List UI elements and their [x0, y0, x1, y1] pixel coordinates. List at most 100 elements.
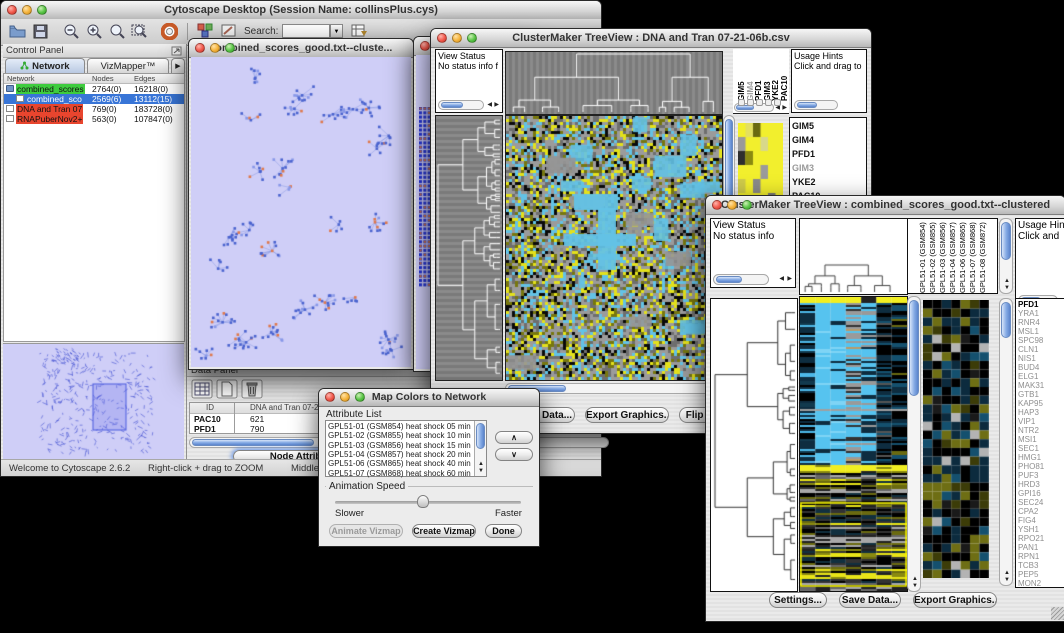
scroll-down-icon[interactable]: ▼ [1004, 285, 1010, 291]
zoom-window-icon[interactable] [467, 33, 477, 43]
tv2-gene-label[interactable]: HMG1 [1018, 453, 1064, 462]
scroll-up-icon[interactable]: ▲ [1004, 570, 1010, 576]
network-table-row[interactable]: DNA and Tran 07769(0)183728(0) [4, 104, 184, 114]
tv1-heatmap[interactable] [505, 115, 723, 381]
tv2-row-dendrogram[interactable] [710, 298, 798, 592]
scroll-down-icon[interactable]: ▼ [478, 468, 484, 474]
tv1-status-hscrollbar[interactable] [438, 100, 484, 110]
tv1-zoom-tool-icon[interactable] [747, 99, 754, 106]
tv1-gene-label[interactable]: PFD1 [792, 149, 866, 163]
vizmap-squares-icon[interactable] [197, 23, 214, 39]
minimize-icon[interactable] [340, 392, 350, 402]
network-overview-canvas[interactable] [3, 344, 184, 460]
tv2-gene-label[interactable]: MAK31 [1018, 381, 1064, 390]
tv2-column-label[interactable]: GPL51-03 (GSM856) [938, 221, 947, 293]
tv2-status-hscroll-thumb[interactable] [716, 276, 742, 283]
network-table-row[interactable]: combined_sco2569(6)13112(15) [4, 94, 184, 104]
tv2-gene-label[interactable]: SPC98 [1018, 336, 1064, 345]
tv2-gene-label[interactable]: TCB3 [1018, 561, 1064, 570]
tv1-zoom-tool-icon[interactable] [738, 99, 745, 106]
scroll-up-icon[interactable]: ▲ [912, 576, 918, 582]
scroll-left-icon[interactable]: ◀ [487, 102, 492, 108]
minimize-icon[interactable] [22, 5, 32, 15]
tab-overflow-button[interactable]: ▶ [171, 58, 185, 73]
animate-vizmap-button[interactable]: Animate Vizmap [329, 524, 403, 538]
minimize-icon[interactable] [210, 43, 220, 53]
import-table-icon[interactable] [351, 23, 368, 39]
annotation-icon[interactable] [221, 23, 238, 39]
dialog-titlebar[interactable]: Map Colors to Network [319, 389, 539, 407]
tv2-gene-label[interactable]: KAP95 [1018, 399, 1064, 408]
tv2-zoom-heatmap[interactable] [923, 300, 989, 578]
zoom-window-icon[interactable] [742, 200, 752, 210]
tv2-genes-vscroll-thumb[interactable] [1001, 302, 1011, 338]
tv1-zoom-tool-icon[interactable] [756, 99, 763, 106]
tab-network[interactable]: Network [5, 58, 85, 73]
tv2-gene-label[interactable]: RPN1 [1018, 552, 1064, 561]
tv2-gene-label[interactable]: HRD3 [1018, 480, 1064, 489]
scroll-down-icon[interactable]: ▼ [912, 583, 918, 589]
scroll-right-icon[interactable]: ▶ [494, 102, 499, 108]
delete-attribute-icon[interactable] [241, 379, 263, 399]
tv1-zoom-tool-icon[interactable] [765, 99, 772, 106]
tv1-column-label[interactable]: YKE2 [771, 51, 780, 101]
window-controls[interactable] [7, 5, 47, 15]
tv1-status-hscroll-thumb[interactable] [441, 102, 463, 108]
attribute-list-vscrollbar[interactable]: ▲ ▼ [474, 421, 486, 476]
tv2-settings-button[interactable]: Settings... [769, 592, 827, 608]
tv2-gene-label[interactable]: RPO21 [1018, 534, 1064, 543]
search-dropdown-button[interactable]: ▼ [330, 24, 343, 38]
new-attribute-icon[interactable] [216, 379, 238, 399]
attribute-list-vscroll-thumb[interactable] [476, 423, 485, 449]
tv1-hints-hscrollbar[interactable] [794, 100, 838, 110]
tv2-gene-label[interactable]: PEP5 [1018, 570, 1064, 579]
tv2-column-label[interactable]: GPL51-08 (GSM872) [978, 221, 987, 293]
tv2-heat-vscrollbar[interactable]: ▲ ▼ [907, 296, 921, 592]
tv2-gene-label[interactable]: FIG4 [1018, 516, 1064, 525]
tv1-gene-label[interactable]: GIM4 [792, 135, 866, 149]
tv2-column-label[interactable]: GPL51-06 (GSM865) [958, 221, 967, 293]
tv1-column-label[interactable]: PFD1 [754, 51, 763, 101]
tv2-gene-label[interactable]: NTR2 [1018, 426, 1064, 435]
tv2-gene-label[interactable]: PFD1 [1018, 300, 1064, 309]
tv2-heatmap[interactable] [799, 296, 908, 592]
tab-vizmapper[interactable]: VizMapper™ [87, 58, 169, 73]
zoom-window-icon[interactable] [355, 392, 365, 402]
tv2-column-label[interactable]: GPL51-01 (GSM854) [918, 221, 927, 293]
treeview2-titlebar[interactable]: ClusterMaker TreeView : combined_scores_… [706, 196, 1064, 215]
network-table-row[interactable]: RNAPuberNov2+563(0)107847(0) [4, 114, 184, 124]
zoom-window-icon[interactable] [37, 5, 47, 15]
tv2-gene-label[interactable]: GPI16 [1018, 489, 1064, 498]
tv2-gene-label[interactable]: MSL1 [1018, 327, 1064, 336]
scroll-up-icon[interactable]: ▲ [1004, 278, 1010, 284]
tv1-column-label[interactable]: PAC10 [780, 51, 789, 101]
close-icon[interactable] [195, 43, 205, 53]
close-icon[interactable] [420, 41, 430, 51]
close-icon[interactable] [437, 33, 447, 43]
attribute-list-item[interactable]: GPL51-01 (GSM854) heat shock 05 min [328, 422, 473, 431]
zoom-in-icon[interactable] [86, 23, 102, 39]
scroll-up-icon[interactable]: ▲ [478, 461, 484, 467]
create-vizmap-button[interactable]: Create Vizmap [412, 524, 476, 538]
tv1-export-graphics-button[interactable]: Export Graphics... [585, 407, 669, 423]
help-icon[interactable] [161, 23, 178, 40]
open-folder-icon[interactable] [9, 24, 26, 39]
network-overview-panel[interactable] [3, 343, 184, 460]
attribute-grid-icon[interactable] [191, 379, 213, 399]
attribute-list-item[interactable]: GPL51-07 (GSM868) heat shock 60 min [328, 469, 473, 478]
tv2-genes-vscrollbar[interactable]: ▲ ▼ [999, 298, 1013, 586]
tv2-heat-vscroll-thumb[interactable] [909, 300, 919, 396]
close-icon[interactable] [325, 392, 335, 402]
tv2-gene-label[interactable]: CLN1 [1018, 345, 1064, 354]
close-icon[interactable] [7, 5, 17, 15]
tv2-column-label[interactable]: GPL51-07 (GSM868) [968, 221, 977, 293]
move-attribute-up-button[interactable]: ∧ [495, 431, 533, 444]
tv2-gene-label[interactable]: SEC24 [1018, 498, 1064, 507]
tv2-gene-label[interactable]: NIS1 [1018, 354, 1064, 363]
zoom-actual-icon[interactable] [109, 23, 125, 39]
tv2-gene-label[interactable]: RNR4 [1018, 318, 1064, 327]
scroll-right-icon[interactable]: ▶ [787, 276, 792, 282]
tv1-zoom-tool-icon[interactable] [774, 99, 781, 106]
zoom-fit-icon[interactable] [131, 23, 148, 39]
search-input[interactable] [282, 24, 330, 38]
